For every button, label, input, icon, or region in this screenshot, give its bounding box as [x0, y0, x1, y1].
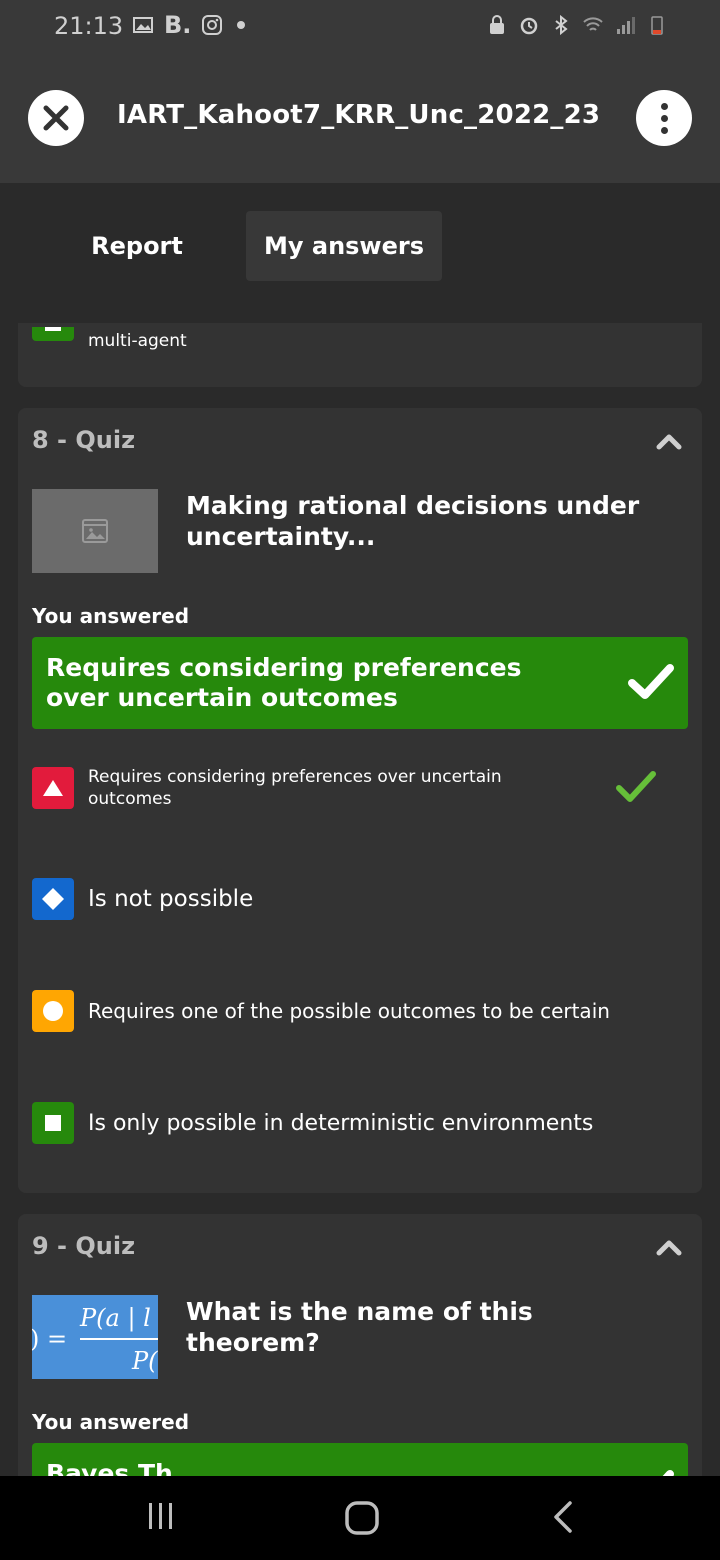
given-answer-box: Bayes Th: [32, 1443, 688, 1476]
page-title: IART_Kahoot7_KRR_Unc_2022_23: [117, 100, 601, 130]
home-icon[interactable]: [344, 1500, 380, 1536]
gallery-icon: [133, 17, 153, 33]
system-nav-bar: [0, 1476, 720, 1560]
given-answer-box: Requires considering preferences over un…: [32, 637, 688, 729]
status-left-icons: B.: [132, 11, 246, 39]
option-text: Requires one of the possible outcomes to…: [88, 999, 610, 1023]
battery-icon: [651, 16, 663, 35]
triangle-shape-icon: [32, 767, 74, 809]
close-icon: [43, 105, 69, 131]
question-header: 8 - Quiz: [32, 426, 136, 454]
check-icon: [628, 664, 674, 699]
status-bar: 21:13 B.: [0, 0, 720, 56]
answer-option-diamond: Is not possible: [32, 878, 688, 920]
given-answer-text: Requires considering preferences over un…: [46, 653, 522, 712]
more-dot-icon: [660, 126, 668, 134]
more-dot-icon: [660, 114, 668, 122]
recent-apps-icon[interactable]: [146, 1500, 176, 1532]
square-shape-icon: [32, 327, 74, 341]
diamond-shape-icon: [32, 878, 74, 920]
answer-option: multi-agent: [32, 323, 187, 351]
answer-option-triangle: Requires considering preferences over un…: [32, 766, 688, 810]
option-text: Is only possible in deterministic enviro…: [88, 1110, 594, 1136]
bayes-formula-image: ) = P(a | l P(: [32, 1304, 158, 1375]
tab-my-answers[interactable]: My answers: [246, 211, 442, 281]
question-text: What is the name of this theorem?: [186, 1297, 533, 1357]
answer-option-circle: Requires one of the possible outcomes to…: [32, 990, 688, 1032]
signal-icon: [617, 17, 635, 34]
app-header: IART_Kahoot7_KRR_Unc_2022_23: [0, 56, 720, 183]
formula-denominator: P(: [131, 1347, 158, 1375]
alarm-icon: [520, 17, 538, 35]
close-button[interactable]: [28, 90, 84, 146]
b-app-icon: B.: [164, 11, 192, 39]
tab-report[interactable]: Report: [62, 211, 212, 281]
option-text: multi-agent: [88, 331, 187, 351]
option-text: Is not possible: [88, 886, 254, 912]
chevron-up-icon[interactable]: [656, 1238, 682, 1256]
you-answered-label: You answered: [32, 604, 190, 628]
answer-option-square: Is only possible in deterministic enviro…: [32, 1102, 688, 1144]
question-card-8: 8 - Quiz Making rational decisions under…: [18, 408, 702, 1193]
status-right-icons: [486, 14, 668, 36]
lock-icon: [490, 15, 504, 34]
question-image: ) = P(a | l P(: [32, 1295, 158, 1379]
chevron-up-icon[interactable]: [656, 432, 682, 450]
wifi-icon: [583, 17, 603, 31]
notification-dot-icon: [237, 21, 246, 29]
option-text: Requires considering preferences over un…: [88, 767, 502, 809]
more-dot-icon: [660, 102, 668, 110]
formula-left: ) =: [32, 1325, 67, 1353]
tab-bar: Report My answers: [0, 183, 720, 323]
given-answer-text: Bayes Th: [46, 1459, 173, 1476]
formula-numerator: P(a | l: [79, 1304, 151, 1333]
answers-list[interactable]: multi-agent 8 - Quiz Making rational dec…: [0, 323, 720, 1476]
more-options-button[interactable]: [636, 90, 692, 146]
correct-check-icon: [616, 771, 656, 802]
instagram-icon: [202, 15, 223, 35]
question-card-9: 9 - Quiz ) = P(a | l P( What is the name…: [18, 1214, 702, 1476]
image-placeholder-icon: [82, 519, 108, 543]
status-time: 21:13: [54, 12, 124, 40]
question-image: [32, 489, 158, 573]
circle-shape-icon: [32, 990, 74, 1032]
square-shape-icon: [32, 1102, 74, 1144]
bluetooth-icon: [555, 14, 568, 36]
back-icon[interactable]: [550, 1500, 578, 1534]
check-icon: [662, 1470, 674, 1476]
you-answered-label: You answered: [32, 1410, 190, 1434]
question-text: Making rational decisions under uncertai…: [186, 491, 640, 551]
question-header: 9 - Quiz: [32, 1232, 136, 1260]
question-card-previous: multi-agent: [18, 323, 702, 387]
